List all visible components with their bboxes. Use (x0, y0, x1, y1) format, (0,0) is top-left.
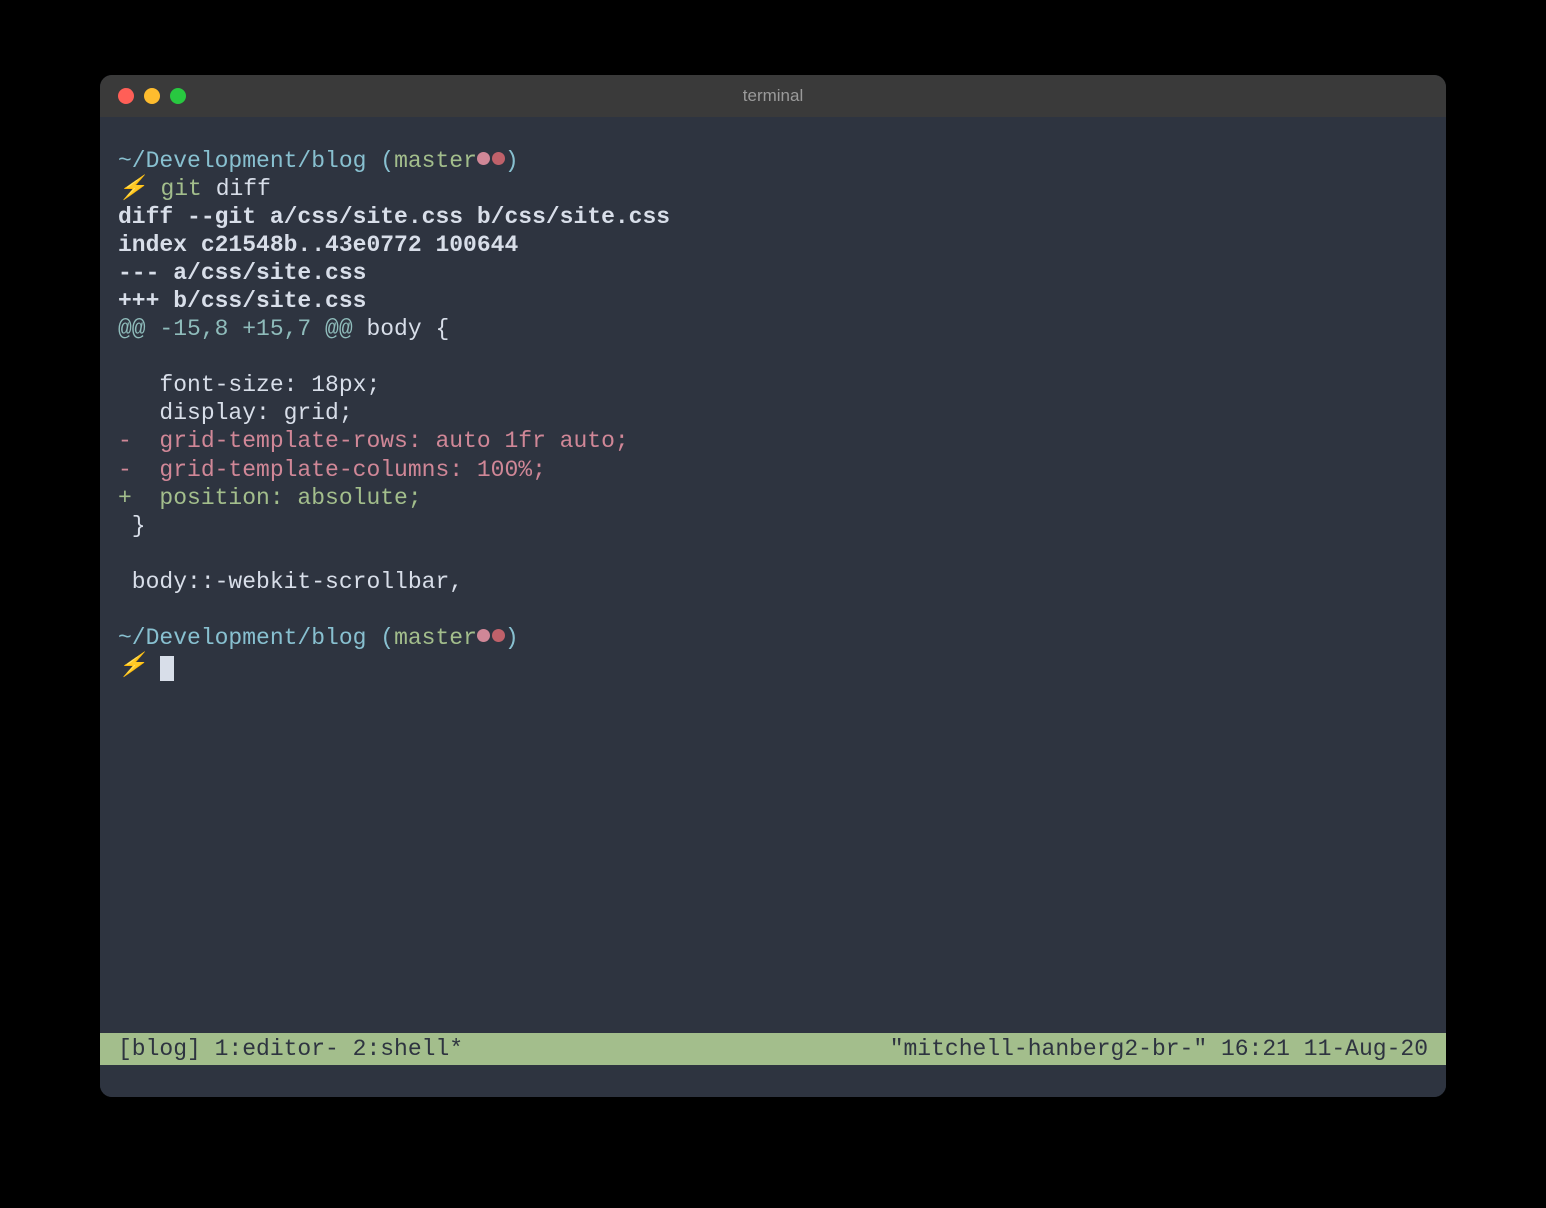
prompt-line-1: ~/Development/blog (master) (118, 147, 1428, 175)
prompt-symbol: ⚡ (118, 653, 147, 679)
traffic-lights (118, 88, 186, 104)
diff-context: body::-webkit-scrollbar, (118, 568, 1428, 596)
diff-deletion: - grid-template-columns: 100%; (118, 456, 1428, 484)
prompt-symbol: ⚡ (118, 176, 147, 202)
tmux-status-left[interactable]: [blog] 1:editor- 2:shell* (118, 1036, 463, 1062)
active-prompt[interactable]: ⚡ (118, 652, 1428, 680)
paren-open: ( (366, 148, 394, 174)
diff-context: font-size: 18px; (118, 371, 1428, 399)
diff-blank (118, 540, 1428, 568)
status-dot-icon (477, 152, 490, 165)
status-dot-icon (492, 152, 505, 165)
cursor (160, 656, 174, 681)
diff-context: display: grid; (118, 399, 1428, 427)
diff-header: diff --git a/css/site.css b/css/site.css (118, 203, 1428, 231)
maximize-button[interactable] (170, 88, 186, 104)
terminal-window: terminal ~/Development/blog (master) ⚡ g… (100, 75, 1446, 1097)
command-arg: diff (216, 176, 271, 202)
status-dot-icon (477, 629, 490, 642)
diff-blank (118, 596, 1428, 624)
diff-context: } (118, 512, 1428, 540)
paren-close: ) (505, 148, 519, 174)
paren-close: ) (505, 625, 519, 651)
titlebar[interactable]: terminal (100, 75, 1446, 117)
command: git (160, 176, 201, 202)
git-branch: master (394, 625, 477, 651)
hunk-marker: @@ -15,8 +15,7 @@ (118, 316, 353, 342)
diff-deletion: - grid-template-rows: auto 1fr auto; (118, 427, 1428, 455)
diff-blank (118, 343, 1428, 371)
terminal-content[interactable]: ~/Development/blog (master) ⚡ git diff d… (100, 147, 1446, 1033)
cwd: ~/Development/blog (118, 625, 366, 651)
tmux-status-right: "mitchell-hanberg2-br-" 16:21 11-Aug-20 (890, 1036, 1428, 1062)
command-line: ⚡ git diff (118, 175, 1428, 203)
diff-file-new: +++ b/css/site.css (118, 287, 1428, 315)
terminal-body[interactable]: ~/Development/blog (master) ⚡ git diff d… (100, 117, 1446, 1097)
status-dot-icon (492, 629, 505, 642)
hunk-context: body { (353, 316, 450, 342)
git-branch: master (394, 148, 477, 174)
git-status-dots (477, 629, 505, 642)
prompt-line-2: ~/Development/blog (master) (118, 624, 1428, 652)
diff-hunk: @@ -15,8 +15,7 @@ body { (118, 315, 1428, 343)
minimize-button[interactable] (144, 88, 160, 104)
tmux-status-bar[interactable]: [blog] 1:editor- 2:shell* "mitchell-hanb… (100, 1033, 1446, 1065)
diff-index: index c21548b..43e0772 100644 (118, 231, 1428, 259)
cwd: ~/Development/blog (118, 148, 366, 174)
diff-addition: + position: absolute; (118, 484, 1428, 512)
close-button[interactable] (118, 88, 134, 104)
diff-file-old: --- a/css/site.css (118, 259, 1428, 287)
paren-open: ( (366, 625, 394, 651)
window-title: terminal (100, 86, 1446, 106)
git-status-dots (477, 152, 505, 165)
